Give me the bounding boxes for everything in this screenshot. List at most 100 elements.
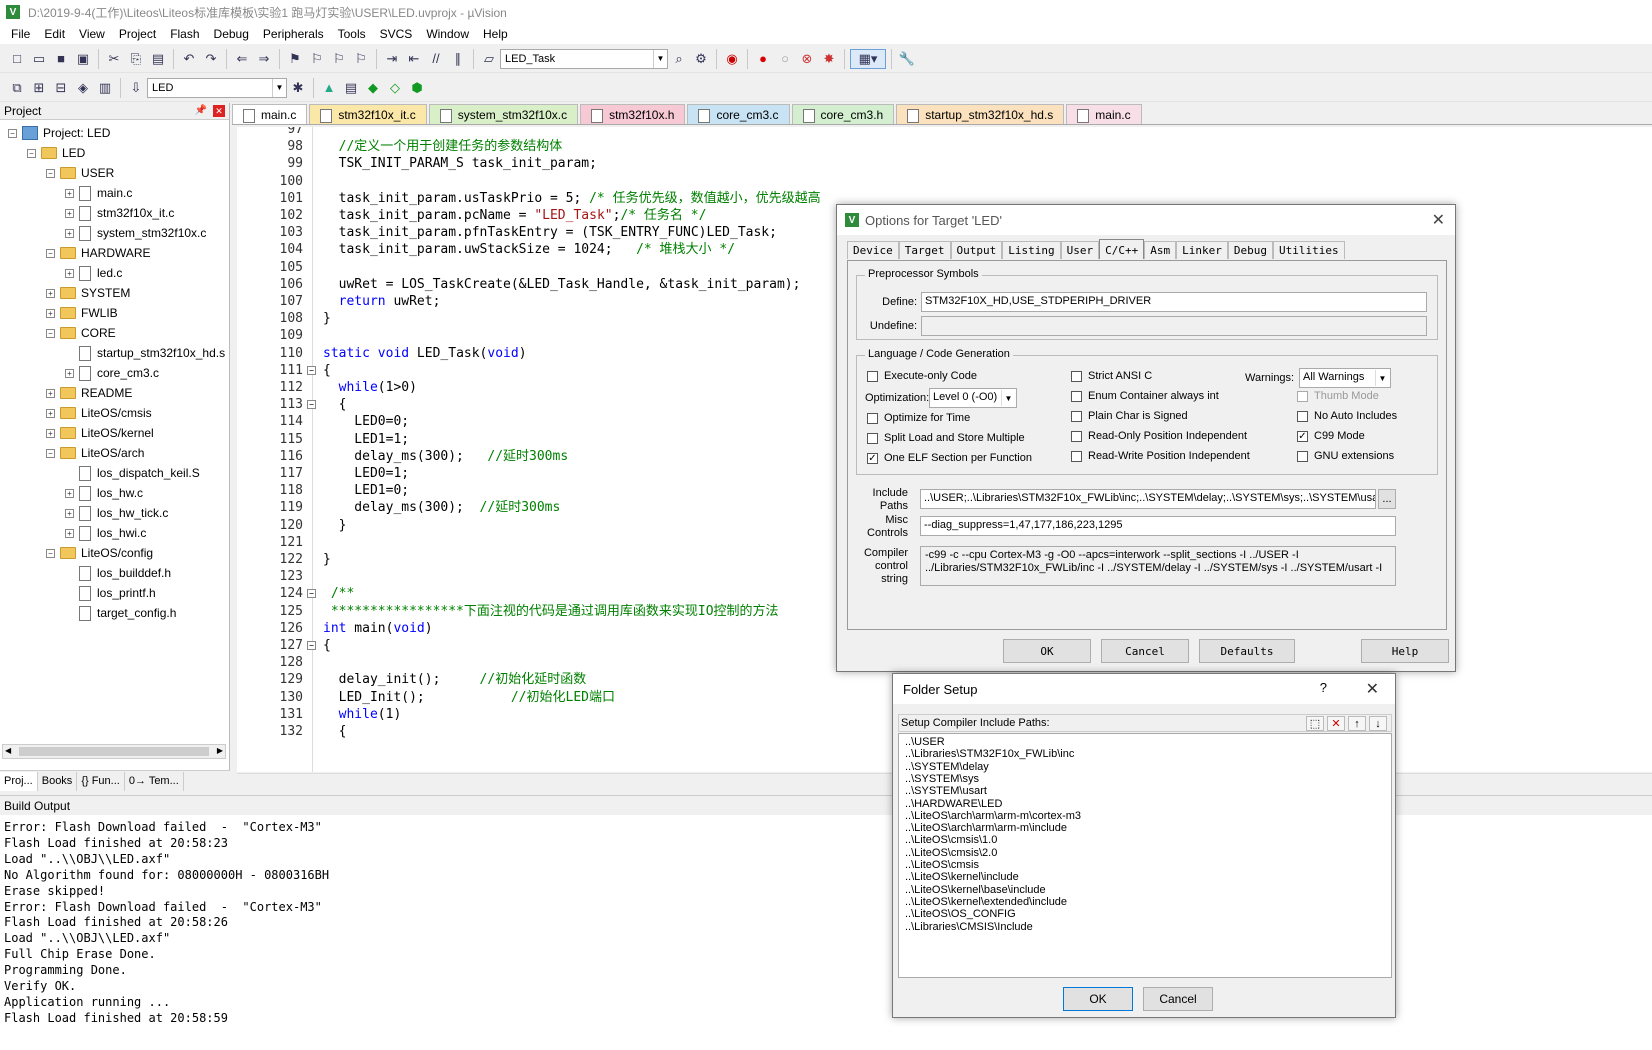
cut-icon[interactable]: ✂	[104, 49, 124, 69]
tree-file-item[interactable]: startup_stm32f10x_hd.s	[0, 343, 228, 363]
include-path-item[interactable]: ..\LiteOS\kernel\extended\include	[905, 896, 1067, 909]
ok-button[interactable]: OK	[1003, 639, 1091, 663]
fold-icon[interactable]: −	[307, 365, 316, 375]
collapse-icon[interactable]: −	[46, 248, 55, 258]
breakpoint-disable-icon[interactable]: ○	[775, 49, 795, 69]
fold-icon[interactable]: −	[307, 641, 316, 650]
editor-tab[interactable]: stm32f10x.h	[580, 104, 686, 124]
bookmark-icon[interactable]: ⚑	[285, 49, 305, 69]
tree-group-item[interactable]: + README	[0, 383, 228, 403]
editor-tab[interactable]: startup_stm32f10x_hd.s	[896, 104, 1065, 124]
menu-project[interactable]: Project	[112, 27, 163, 41]
tree-file-item[interactable]: + stm32f10x_it.c	[0, 203, 228, 223]
include-path-item[interactable]: ..\LiteOS\kernel\include	[905, 871, 1019, 884]
tree-file-item[interactable]: los_dispatch_keil.S	[0, 463, 228, 483]
c99-mode-checkbox[interactable]: ✓ C99 Mode	[1297, 430, 1365, 442]
copy-icon[interactable]: ⎘	[126, 49, 146, 69]
close-icon[interactable]: ✕	[1366, 679, 1379, 699]
expand-icon[interactable]: +	[65, 228, 74, 238]
menu-file[interactable]: File	[4, 27, 37, 41]
expand-icon[interactable]: +	[65, 368, 74, 378]
expand-icon[interactable]: +	[65, 488, 74, 498]
collapse-icon[interactable]: −	[46, 548, 55, 558]
select-packs-icon[interactable]: ◆	[363, 78, 383, 98]
include-path-item[interactable]: ..\SYSTEM\delay	[905, 761, 989, 774]
tab-listing[interactable]: Listing	[1002, 241, 1061, 259]
expand-icon[interactable]: +	[65, 268, 74, 278]
ok-button[interactable]: OK	[1063, 987, 1133, 1011]
tree-file-item[interactable]: los_builddef.h	[0, 563, 228, 583]
tree-group-item[interactable]: + LiteOS/cmsis	[0, 403, 228, 423]
chevron-down-icon[interactable]: ▼	[1375, 370, 1389, 386]
tree-file-item[interactable]: + los_hwi.c	[0, 523, 228, 543]
collapse-icon[interactable]: −	[27, 148, 36, 158]
include-path-item[interactable]: ..\Libraries\CMSIS\Include	[905, 921, 1033, 934]
editor-tab[interactable]: main.c	[232, 104, 308, 124]
breakpoint-kill-all-icon[interactable]: ✸	[819, 49, 839, 69]
templates-tab[interactable]: 0→ Tem...	[125, 771, 184, 791]
bookmark-next-icon[interactable]: ⚐	[329, 49, 349, 69]
optimize-for-time-checkbox[interactable]: Optimize for Time	[867, 412, 970, 424]
include-path-item[interactable]: ..\LiteOS\cmsis\2.0	[905, 847, 997, 860]
tree-group-item[interactable]: − CORE	[0, 323, 228, 343]
tree-group-item[interactable]: + LiteOS/kernel	[0, 423, 228, 443]
expand-icon[interactable]: +	[46, 288, 55, 298]
checkbox-box[interactable]	[1297, 410, 1308, 422]
checkbox-box[interactable]	[1071, 410, 1082, 422]
build-output-window[interactable]: Error: Flash Download failed - "Cortex-M…	[0, 815, 1652, 1050]
chevron-down-icon[interactable]: ▼	[1001, 390, 1015, 406]
uncomment-icon[interactable]: ∥	[448, 49, 468, 69]
checkbox-box[interactable]	[867, 432, 878, 444]
find-icon[interactable]: ⌕	[669, 49, 689, 69]
new-path-icon[interactable]: ⬚	[1306, 716, 1324, 731]
comment-icon[interactable]: //	[426, 49, 446, 69]
chevron-down-icon[interactable]: ▼	[272, 78, 286, 97]
expand-icon[interactable]: +	[46, 428, 55, 438]
save-all-icon[interactable]: ▣	[73, 49, 93, 69]
undefine-field[interactable]	[921, 316, 1427, 336]
expand-icon[interactable]: +	[46, 388, 55, 398]
tab-device[interactable]: Device	[847, 241, 899, 259]
checkbox-box[interactable]	[867, 412, 878, 424]
one-elf-section-checkbox[interactable]: ✓ One ELF Section per Function	[867, 452, 1032, 464]
expand-icon[interactable]: +	[65, 528, 74, 538]
tab-linker[interactable]: Linker	[1176, 241, 1228, 259]
close-icon[interactable]: ✕	[1432, 210, 1445, 230]
include-path-item[interactable]: ..\LiteOS\arch\arm\arm-m\cortex-m3	[905, 810, 1081, 823]
editor-tab[interactable]: system_stm32f10x.c	[428, 104, 579, 124]
include-path-item[interactable]: ..\LiteOS\kernel\base\include	[905, 884, 1046, 897]
menu-edit[interactable]: Edit	[37, 27, 72, 41]
breakpoint-disable-all-icon[interactable]: ⊗	[797, 49, 817, 69]
menu-help[interactable]: Help	[476, 27, 515, 41]
breakpoint-icon[interactable]: ●	[753, 49, 773, 69]
include-paths-browse-button[interactable]: ...	[1378, 489, 1396, 509]
help-button[interactable]: Help	[1361, 639, 1449, 663]
save-icon[interactable]: ■	[51, 49, 71, 69]
tree-group-item[interactable]: + SYSTEM	[0, 283, 228, 303]
split-load-store-checkbox[interactable]: Split Load and Store Multiple	[867, 432, 1025, 444]
menu-svcs[interactable]: SVCS	[373, 27, 420, 41]
undo-icon[interactable]: ↶	[179, 49, 199, 69]
tree-file-item[interactable]: + los_hw.c	[0, 483, 228, 503]
menu-view[interactable]: View	[72, 27, 112, 41]
indent-icon[interactable]: ⇥	[382, 49, 402, 69]
collapse-icon[interactable]: −	[8, 128, 17, 138]
open-file-icon[interactable]: ▭	[29, 49, 49, 69]
unindent-icon[interactable]: ⇤	[404, 49, 424, 69]
compiler-control-string[interactable]: -c99 -c --cpu Cortex-M3 -g -O0 --apcs=in…	[920, 546, 1396, 586]
tab-cc[interactable]: C/C++	[1099, 239, 1145, 259]
no-auto-includes-checkbox[interactable]: No Auto Includes	[1297, 410, 1397, 422]
include-path-item[interactable]: ..\LiteOS\cmsis\1.0	[905, 834, 997, 847]
warnings-select[interactable]: All Warnings ▼	[1299, 368, 1391, 388]
collapse-icon[interactable]: −	[46, 168, 55, 178]
fold-icon[interactable]: −	[307, 589, 316, 599]
target-select[interactable]: LED ▼	[147, 77, 287, 98]
tree-file-item[interactable]: los_printf.h	[0, 583, 228, 603]
menu-window[interactable]: Window	[419, 27, 476, 41]
gnu-extensions-checkbox[interactable]: GNU extensions	[1297, 450, 1394, 462]
project-tab[interactable]: Proj...	[0, 771, 38, 791]
download-icon[interactable]: ⇩	[126, 78, 146, 98]
ro-position-independent-checkbox[interactable]: Read-Only Position Independent	[1071, 430, 1247, 442]
rw-position-independent-checkbox[interactable]: Read-Write Position Independent	[1071, 450, 1250, 462]
translate-icon[interactable]: ⧉	[7, 78, 27, 98]
